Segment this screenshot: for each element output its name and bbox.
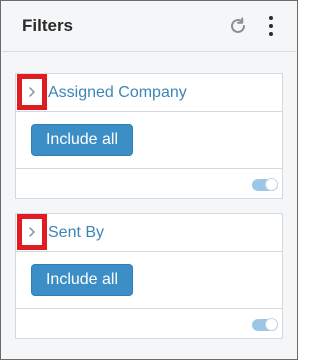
filter-card-header: Assigned Company [16, 74, 282, 112]
filter-title-sent-by[interactable]: Sent By [48, 224, 104, 242]
toggle-switch-assigned-company[interactable] [252, 178, 278, 191]
chevron-right-icon [29, 227, 35, 237]
filters-panel: Filters Assigned Company Include all Sen… [0, 0, 298, 360]
toggle-switch-sent-by[interactable] [252, 318, 278, 331]
chevron-right-icon [29, 87, 35, 97]
more-vertical-icon[interactable] [264, 14, 278, 38]
refresh-icon[interactable] [228, 16, 248, 36]
toggle-knob [265, 178, 278, 191]
expand-toggle-sent-by[interactable] [17, 214, 47, 250]
include-all-button-sent-by[interactable]: Include all [31, 264, 133, 296]
filter-card-assigned-company: Assigned Company Include all [15, 73, 283, 199]
toggle-knob [265, 318, 278, 331]
expand-toggle-assigned-company[interactable] [17, 74, 47, 110]
include-all-button-assigned-company[interactable]: Include all [31, 124, 133, 156]
filter-title-assigned-company[interactable]: Assigned Company [48, 84, 187, 102]
filter-card-footer [16, 168, 282, 198]
filter-card-header: Sent By [16, 214, 282, 252]
filters-header: Filters [2, 2, 296, 52]
filter-card-sent-by: Sent By Include all [15, 213, 283, 339]
filter-card-footer [16, 308, 282, 338]
panel-title: Filters [22, 16, 74, 35]
